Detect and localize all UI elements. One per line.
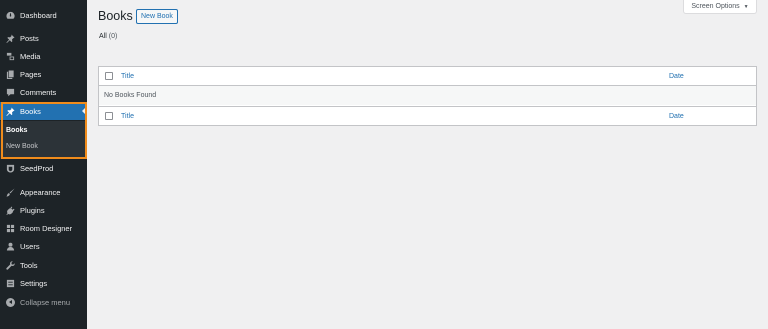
- select-all-checkbox[interactable]: [105, 72, 113, 80]
- sidebar-item-label: Books: [20, 106, 41, 116]
- screen-options-button[interactable]: Screen Options ▼: [683, 0, 757, 14]
- media-icon: [5, 51, 15, 61]
- admin-sidebar: Dashboard Posts Media Pages Comments Boo…: [0, 0, 87, 329]
- seedprod-icon: [5, 163, 15, 173]
- brush-icon: [5, 187, 15, 197]
- sidebar-item-books[interactable]: Books: [0, 102, 87, 120]
- table-footer-row: Title Date: [99, 106, 756, 125]
- sidebar-item-media[interactable]: Media: [0, 47, 87, 65]
- sidebar-item-label: Settings: [20, 278, 48, 288]
- collapse-menu-button[interactable]: Collapse menu: [0, 293, 87, 311]
- table-header-row: Title Date: [99, 67, 756, 86]
- comment-icon: [5, 87, 15, 97]
- sidebar-item-label: Plugins: [20, 205, 45, 215]
- sidebar-item-label: Media: [20, 51, 41, 61]
- sidebar-item-label: Dashboard: [20, 10, 57, 20]
- books-table: Title Date No Books Found Title Date: [98, 66, 757, 126]
- sidebar-item-label: SeedProd: [20, 163, 54, 173]
- sidebar-item-label: Tools: [20, 260, 38, 270]
- settings-icon: [5, 278, 15, 288]
- sidebar-item-users[interactable]: Users: [0, 237, 87, 255]
- sidebar-item-dashboard[interactable]: Dashboard: [0, 6, 87, 24]
- empty-message: No Books Found: [104, 92, 157, 99]
- wrench-icon: [5, 260, 15, 270]
- sidebar-item-seedprod[interactable]: SeedProd: [0, 159, 87, 177]
- sidebar-item-settings[interactable]: Settings: [0, 274, 87, 292]
- plugin-icon: [5, 205, 15, 215]
- sidebar-item-posts[interactable]: Posts: [0, 29, 87, 47]
- column-footer-date[interactable]: Date: [669, 113, 684, 120]
- sidebar-item-room-designer[interactable]: Room Designer: [0, 219, 87, 237]
- filter-all-count: (0): [108, 33, 118, 40]
- dashboard-icon: [5, 10, 15, 20]
- status-filter: All (0): [99, 33, 117, 40]
- column-header-date[interactable]: Date: [669, 73, 684, 80]
- sidebar-item-label: Room Designer: [20, 223, 73, 233]
- grid-icon: [5, 223, 15, 233]
- sidebar-item-label: Users: [20, 241, 40, 251]
- sidebar-item-pages[interactable]: Pages: [0, 65, 87, 83]
- sidebar-item-tools[interactable]: Tools: [0, 256, 87, 274]
- caret-down-icon: ▼: [743, 3, 749, 10]
- user-icon: [5, 241, 15, 251]
- filter-all-link[interactable]: All: [99, 33, 107, 40]
- select-all-checkbox-footer[interactable]: [105, 112, 113, 120]
- page-title: Books: [98, 9, 133, 23]
- submenu-item-books[interactable]: Books: [6, 127, 27, 134]
- column-footer-title[interactable]: Title: [121, 113, 134, 120]
- column-header-title[interactable]: Title: [121, 73, 134, 80]
- books-submenu: Books New Book: [0, 121, 87, 159]
- sidebar-item-label: Posts: [20, 33, 39, 43]
- sidebar-item-comments[interactable]: Comments: [0, 83, 87, 101]
- sidebar-item-plugins[interactable]: Plugins: [0, 201, 87, 219]
- sidebar-item-appearance[interactable]: Appearance: [0, 183, 87, 201]
- sidebar-item-label: Comments: [20, 87, 57, 97]
- collapse-icon: [5, 297, 15, 307]
- pages-icon: [5, 69, 15, 79]
- active-indicator-arrow: [82, 106, 87, 116]
- table-row: No Books Found: [99, 86, 756, 105]
- submenu-item-new-book[interactable]: New Book: [6, 143, 38, 150]
- screen-options-label: Screen Options: [691, 3, 740, 10]
- sidebar-item-label: Appearance: [20, 187, 61, 197]
- pin-icon: [5, 33, 15, 43]
- new-book-button[interactable]: New Book: [136, 9, 178, 24]
- sidebar-item-label: Pages: [20, 69, 42, 79]
- pin-icon: [5, 106, 15, 116]
- collapse-menu-label: Collapse menu: [20, 297, 71, 307]
